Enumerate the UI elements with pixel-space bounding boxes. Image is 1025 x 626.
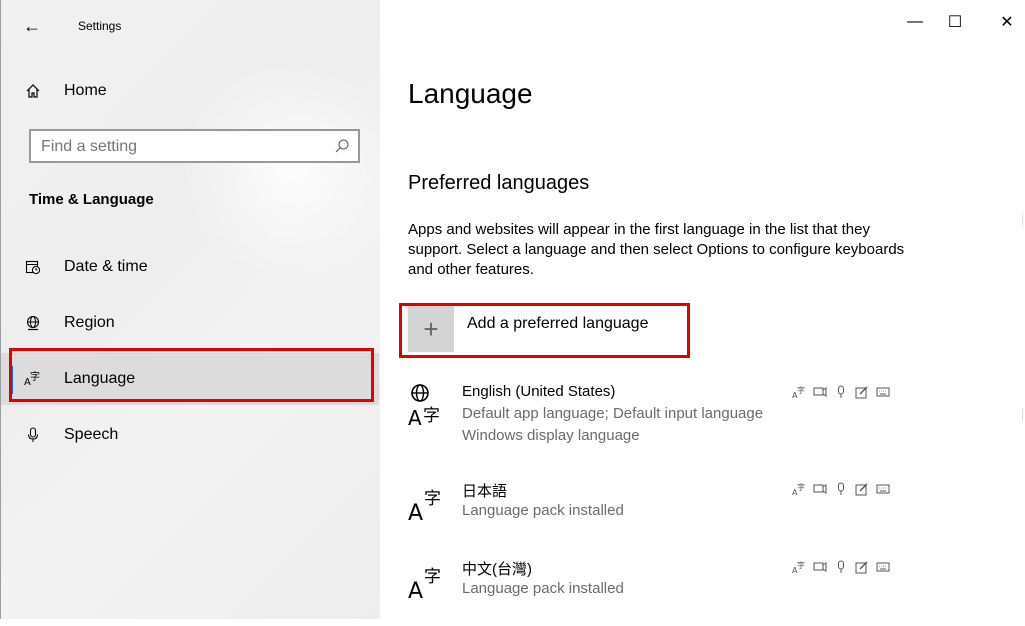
minimize-button[interactable]: — <box>900 10 930 34</box>
svg-text:字: 字 <box>424 489 441 509</box>
sidebar-item-label: Date & time <box>64 258 148 275</box>
handwriting-icon <box>855 482 869 496</box>
sidebar-item-home[interactable]: Home <box>1 65 379 117</box>
globe-region-icon <box>23 313 43 333</box>
language-status: Language pack installed <box>462 580 624 597</box>
globe-language-icon: A 字 <box>408 381 452 430</box>
text-to-speech-icon <box>813 385 827 399</box>
home-icon <box>23 81 43 101</box>
sidebar-item-date-time[interactable]: Date & time <box>1 241 379 293</box>
language-name: 日本語 <box>462 483 508 500</box>
handwriting-icon <box>855 385 869 399</box>
page-title: Language <box>408 78 533 109</box>
language-name: English (United States) <box>462 383 616 400</box>
keyboard-icon <box>876 560 890 574</box>
language-highlight-box <box>9 348 374 402</box>
svg-text:字: 字 <box>424 567 441 587</box>
text-to-speech-icon <box>813 560 827 574</box>
speech-icon <box>834 560 848 574</box>
display-language-icon: A字 <box>792 482 806 496</box>
close-button[interactable]: ✕ <box>992 10 1022 34</box>
language-item-english[interactable]: A 字 English (United States) Default app … <box>408 381 928 451</box>
section-heading: Time & Language <box>29 191 154 208</box>
sidebar-item-region[interactable]: Region <box>1 297 379 349</box>
search-input[interactable] <box>39 135 333 159</box>
language-item-chinese-taiwan[interactable]: A 字 中文(台灣) Language pack installed A字 <box>408 556 928 626</box>
language-name: 中文(台灣) <box>462 561 532 578</box>
svg-text:A: A <box>408 579 423 604</box>
language-status: Language pack installed <box>462 502 624 519</box>
language-item-japanese[interactable]: A 字 日本語 Language pack installed A字 <box>408 478 928 548</box>
svg-text:字: 字 <box>797 482 805 492</box>
keyboard-icon <box>876 385 890 399</box>
scroll-tick <box>1022 408 1023 422</box>
calendar-clock-icon <box>23 257 43 277</box>
maximize-button[interactable]: ☐ <box>940 10 970 34</box>
sidebar-item-label: Region <box>64 314 115 331</box>
keyboard-icon <box>876 482 890 496</box>
language-icon: A 字 <box>408 556 452 604</box>
search-icon[interactable] <box>334 138 350 159</box>
display-language-icon: A字 <box>792 385 806 399</box>
language-status: Default app language; Default input lang… <box>462 405 764 422</box>
svg-text:字: 字 <box>423 406 440 426</box>
display-language-icon: A字 <box>792 560 806 574</box>
speech-icon <box>834 482 848 496</box>
svg-text:字: 字 <box>797 560 805 570</box>
sidebar-item-label: Speech <box>64 426 119 443</box>
sidebar-item-label: Home <box>64 82 107 99</box>
language-features: A字 <box>792 385 890 399</box>
language-icon: A 字 <box>408 478 452 526</box>
svg-text:字: 字 <box>797 385 805 395</box>
search-field[interactable] <box>29 129 360 163</box>
sidebar-item-speech[interactable]: Speech <box>1 409 379 461</box>
svg-text:A: A <box>408 406 422 429</box>
back-arrow-icon[interactable]: ← <box>23 16 41 36</box>
microphone-icon <box>23 425 43 445</box>
text-to-speech-icon <box>813 482 827 496</box>
language-features: A字 <box>792 560 890 574</box>
add-language-highlight-box <box>399 303 690 358</box>
language-features: A字 <box>792 482 890 496</box>
svg-text:A: A <box>408 501 423 526</box>
preferred-languages-description: Apps and websites will appear in the fir… <box>408 221 905 278</box>
handwriting-icon <box>855 560 869 574</box>
preferred-languages-heading: Preferred languages <box>408 172 590 194</box>
scroll-tick <box>1022 213 1023 227</box>
language-status-secondary: Windows display language <box>462 427 640 444</box>
speech-icon <box>834 385 848 399</box>
window-title: Settings <box>78 19 122 33</box>
